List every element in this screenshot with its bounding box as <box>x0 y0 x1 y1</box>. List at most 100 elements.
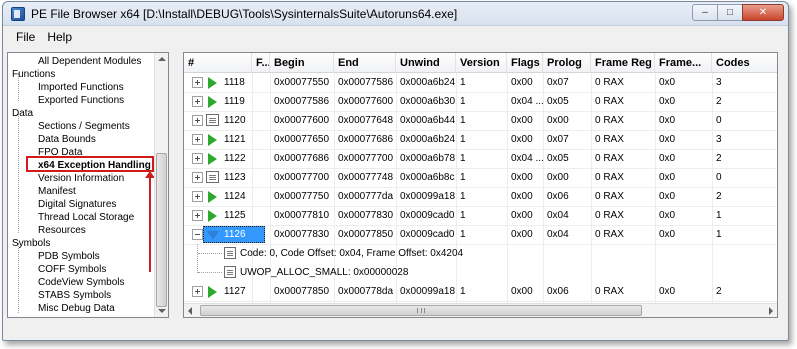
cell-codes: 2 <box>716 286 722 297</box>
tree-item-version-information[interactable]: Version Information <box>38 172 124 185</box>
tree-connector <box>198 253 222 254</box>
tree-item-thread-local-storage[interactable]: Thread Local Storage <box>38 211 134 224</box>
scroll-thumb[interactable] <box>156 153 167 307</box>
cell-end: 0x00077600 <box>338 96 394 107</box>
cell-end: 0x00077830 <box>338 210 394 221</box>
table-row[interactable]: 1119 0x00077586 0x00077600 0x000a6b30 1 0x04 … <box>184 92 777 111</box>
tree-item-resources[interactable]: Resources <box>38 224 86 237</box>
menu-help[interactable]: Help <box>41 28 78 46</box>
table-row[interactable]: 1122 0x00077686 0x00077700 0x000a6b78 1 0x04 … <box>184 149 777 168</box>
scroll-left-icon[interactable] <box>188 307 192 315</box>
tree-group-functions[interactable]: Functions <box>12 68 55 81</box>
cell-version: 1 <box>460 153 466 164</box>
cell-codes: 2 <box>716 191 722 202</box>
collapse-icon[interactable] <box>192 229 203 240</box>
tree-item-manifest[interactable]: Manifest <box>38 185 76 198</box>
tree-item-codeview-symbols[interactable]: CodeView Symbols <box>38 276 125 289</box>
cell-frame-reg: 0 RAX <box>595 229 624 240</box>
cell-end: 0x00077700 <box>338 153 394 164</box>
navigation-tree[interactable]: All Dependent Modules Functions Imported… <box>7 52 169 318</box>
column-header-frame-offset[interactable]: Frame... <box>655 53 712 73</box>
row-index: 1122 <box>224 153 246 164</box>
table-row[interactable]: 1118 0x00077550 0x00077586 0x000a6b24 1 0x00 0… <box>184 73 777 92</box>
tree-group-symbols[interactable]: Symbols <box>12 237 50 250</box>
cell-prolog: 0x05 <box>547 96 569 107</box>
expand-icon[interactable] <box>192 172 203 183</box>
tree-item-exported-functions[interactable]: Exported Functions <box>38 94 124 107</box>
unwind-code-row[interactable]: UWOP_ALLOC_SMALL: 0x00000028 <box>184 263 777 282</box>
tree-vertical-scrollbar[interactable] <box>154 53 168 317</box>
tree-item-data-bounds[interactable]: Data Bounds <box>38 133 96 146</box>
cell-unwind: 0x000a6b24 <box>400 134 456 145</box>
column-header-flags[interactable]: Flags <box>507 53 543 73</box>
scroll-right-icon[interactable] <box>769 307 773 315</box>
cell-end: 0x00077586 <box>338 77 394 88</box>
tree-item-stabs-symbols[interactable]: STABS Symbols <box>38 289 111 302</box>
table-row[interactable]: 1121 0x00077650 0x00077686 0x000a6b24 1 0x00 0… <box>184 130 777 149</box>
cell-begin: 0x00077700 <box>274 172 330 183</box>
expand-icon[interactable] <box>192 153 203 164</box>
minimize-button[interactable]: – <box>692 4 718 21</box>
scroll-thumb[interactable] <box>200 305 642 316</box>
cell-frame-reg: 0 RAX <box>595 286 624 297</box>
cell-flags: 0x00 <box>511 191 533 202</box>
row-index: 1124 <box>224 191 246 202</box>
column-header-codes[interactable]: Codes <box>712 53 777 73</box>
tree-connector <box>198 272 222 273</box>
tree-item-pdb-symbols[interactable]: PDB Symbols <box>38 250 100 263</box>
expand-icon[interactable] <box>192 96 203 107</box>
cell-flags: 0x00 <box>511 77 533 88</box>
table-row[interactable]: 1123 0x00077700 0x00077748 0x000a6b8c 1 0x00 0… <box>184 168 777 187</box>
selected-row-index[interactable]: 1126 <box>203 226 265 243</box>
table-row[interactable]: 1126 0x00077830 0x00077850 0x0009cad0 1 0x00 0… <box>184 225 777 244</box>
cell-unwind: 0x000a6b30 <box>400 96 456 107</box>
expand-icon[interactable] <box>192 210 203 221</box>
tree-item-sections-segments[interactable]: Sections / Segments <box>38 120 130 133</box>
panel-splitter[interactable] <box>170 52 182 318</box>
tree-item-digital-signatures[interactable]: Digital Signatures <box>38 198 116 211</box>
cell-prolog: 0x07 <box>547 134 569 145</box>
column-header-index[interactable]: # <box>184 53 252 73</box>
tree-item-all-dependent-modules[interactable]: All Dependent Modules <box>38 55 141 68</box>
table-row[interactable]: 1124 0x00077750 0x000777da 0x00099a18 1 0x00 0… <box>184 187 777 206</box>
expand-icon[interactable] <box>192 134 203 145</box>
row-index: 1123 <box>224 172 246 183</box>
expand-icon[interactable] <box>192 77 203 88</box>
column-header-begin[interactable]: Begin <box>270 53 334 73</box>
table-horizontal-scrollbar[interactable] <box>184 303 777 317</box>
column-header-version[interactable]: Version <box>456 53 507 73</box>
maximize-icon: □ <box>726 7 734 18</box>
column-header-unwind[interactable]: Unwind <box>396 53 456 73</box>
close-button[interactable]: ✕ <box>742 4 784 21</box>
exception-table[interactable]: # F... Begin End Unwind Version Flags Pr… <box>183 52 778 318</box>
column-header-end[interactable]: End <box>334 53 396 73</box>
cell-version: 1 <box>460 115 466 126</box>
cell-begin: 0x00077810 <box>274 210 330 221</box>
table-row[interactable]: 1120 0x00077600 0x00077648 0x000a6b44 1 0x00 0… <box>184 111 777 130</box>
cell-prolog: 0x00 <box>547 172 569 183</box>
cell-version: 1 <box>460 134 466 145</box>
column-header-prolog[interactable]: Prolog <box>543 53 591 73</box>
table-row[interactable]: 1125 0x00077810 0x00077830 0x0009cad0 1 0x00 0… <box>184 206 777 225</box>
tree-item-misc-debug-data[interactable]: Misc Debug Data <box>38 302 115 315</box>
expand-icon[interactable] <box>192 115 203 126</box>
maximize-button[interactable]: □ <box>717 4 743 21</box>
tree-item-coff-symbols[interactable]: COFF Symbols <box>38 263 106 276</box>
tree-group-data[interactable]: Data <box>12 107 33 120</box>
scroll-down-icon[interactable] <box>158 309 166 313</box>
cell-version: 1 <box>460 172 466 183</box>
expand-icon[interactable] <box>192 286 203 297</box>
column-header-function[interactable]: F... <box>252 53 270 73</box>
column-header-frame-reg[interactable]: Frame Reg <box>591 53 655 73</box>
cell-frame-off: 0x0 <box>659 229 676 240</box>
menu-file[interactable]: File <box>10 28 41 46</box>
unwind-code-row[interactable]: Code: 0, Code Offset: 0x04, Frame Offset… <box>184 244 777 263</box>
expand-icon[interactable] <box>192 191 203 202</box>
table-row[interactable]: 1127 0x00077850 0x000778da 0x00099a18 1 0x00 0… <box>184 282 777 301</box>
title-bar[interactable]: PE File Browser x64 [D:\Install\DEBUG\To… <box>3 2 788 26</box>
cell-end: 0x00077850 <box>338 229 394 240</box>
scroll-up-icon[interactable] <box>158 57 166 61</box>
tree-item-imported-functions[interactable]: Imported Functions <box>38 81 124 94</box>
cell-end: 0x000778da <box>338 286 394 297</box>
app-icon <box>11 7 25 21</box>
